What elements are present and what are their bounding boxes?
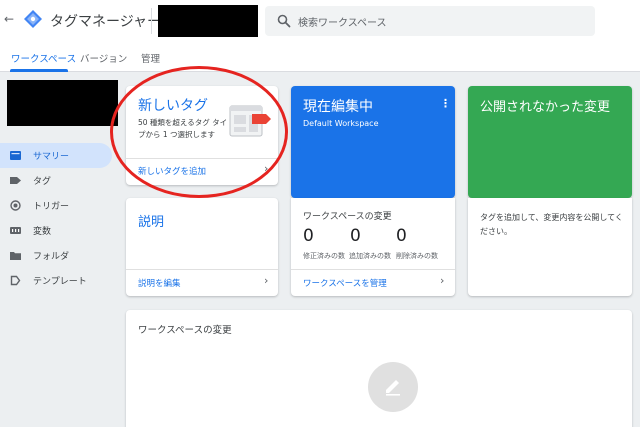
folder-icon <box>10 252 21 260</box>
chevron-right-icon: › <box>264 162 269 175</box>
chevron-right-icon: › <box>440 274 445 287</box>
description-card[interactable]: 説明 説明を編集 › <box>126 198 278 296</box>
card-divider <box>126 269 278 270</box>
add-new-tag-link[interactable]: 新しいタグを追加 <box>138 165 206 177</box>
tab-admin[interactable]: 管理 <box>141 51 160 65</box>
variables-icon <box>10 227 21 234</box>
trigger-icon <box>10 200 21 211</box>
workspace-changes-list-card: ワークスペースの変更 <box>126 310 632 427</box>
publish-info-card: タグを追加して、変更内容を公開してください。 <box>468 198 632 296</box>
sidebar-item-summary[interactable]: サマリー <box>0 143 112 168</box>
sidebar-item-label: サマリー <box>33 152 70 162</box>
unpublished-changes-title: 公開されなかった変更 <box>480 100 611 115</box>
current-workspace-card[interactable]: 現在編集中 Default Workspace ⋮ <box>291 86 455 198</box>
card-divider <box>291 269 455 270</box>
workspace-changes-card: ワークスペースの変更 0 0 0 修正済みの数 追加済みの数 削除済みの数 ワー… <box>291 198 455 296</box>
card-divider <box>126 158 278 159</box>
sidebar-item-templates[interactable]: テンプレート <box>0 268 112 293</box>
summary-icon <box>10 151 21 160</box>
more-vert-icon[interactable]: ⋮ <box>440 97 451 110</box>
app-title: タグマネージャー <box>50 14 162 30</box>
modified-count: 0 <box>303 226 314 246</box>
sidebar: サマリー タグ トリガー 変数 フォルダ テンプレート <box>0 73 116 427</box>
added-count-label: 追加済みの数 <box>349 252 391 260</box>
added-count: 0 <box>350 226 361 246</box>
manage-workspaces-link[interactable]: ワークスペースを管理 <box>303 277 387 289</box>
publish-info-text: タグを追加して、変更内容を公開してください。 <box>480 213 623 236</box>
new-tag-title: 新しいタグ <box>138 98 208 114</box>
template-icon <box>10 275 21 286</box>
sidebar-item-label: トリガー <box>33 202 70 212</box>
tab-workspace[interactable]: ワークスペース <box>11 51 76 65</box>
new-tag-card[interactable]: 新しいタグ 50 種類を超えるタグ タイプから 1 つ選択します 新しいタグを追… <box>126 86 278 185</box>
sidebar-item-label: 変数 <box>33 227 52 237</box>
workspace-tabs: ワークスペース バージョン 管理 <box>0 42 640 72</box>
active-tab-indicator <box>10 69 68 72</box>
sidebar-item-triggers[interactable]: トリガー <box>0 193 112 218</box>
sidebar-item-label: フォルダ <box>33 252 70 262</box>
sidebar-item-tags[interactable]: タグ <box>0 168 112 193</box>
redacted-account-block <box>158 5 258 37</box>
search-box[interactable]: 検索ワークスペース <box>265 6 595 36</box>
chevron-right-icon: › <box>264 274 269 287</box>
tag-manager-logo-icon <box>24 10 42 28</box>
header-divider <box>151 8 152 34</box>
edit-pencil-icon <box>368 362 418 412</box>
sidebar-item-label: テンプレート <box>33 277 87 287</box>
tag-illustration-icon <box>229 105 271 137</box>
arrow-back-icon[interactable]: ← <box>4 12 14 26</box>
deleted-count: 0 <box>396 226 407 246</box>
description-title: 説明 <box>138 215 165 230</box>
search-input[interactable]: 検索ワークスペース <box>298 14 387 29</box>
search-icon <box>277 14 291 28</box>
edit-description-link[interactable]: 説明を編集 <box>138 277 181 289</box>
workspace-changes-list-title: ワークスペースの変更 <box>138 325 232 336</box>
current-workspace-title: 現在編集中 <box>303 99 373 115</box>
new-tag-description: 50 種類を超えるタグ タイプから 1 つ選択します <box>138 118 228 139</box>
unpublished-changes-card: 公開されなかった変更 <box>468 86 632 198</box>
sidebar-item-label: タグ <box>33 177 52 187</box>
workspace-changes-title: ワークスペースの変更 <box>303 212 392 222</box>
tag-icon <box>10 177 21 184</box>
tab-versions[interactable]: バージョン <box>80 51 127 65</box>
sidebar-item-folders[interactable]: フォルダ <box>0 243 112 268</box>
modified-count-label: 修正済みの数 <box>303 252 345 260</box>
deleted-count-label: 削除済みの数 <box>396 252 438 260</box>
workspace-name: Default Workspace <box>303 119 379 128</box>
sidebar-item-variables[interactable]: 変数 <box>0 218 112 243</box>
top-app-bar: ← タグマネージャー 検索ワークスペース <box>0 0 640 42</box>
